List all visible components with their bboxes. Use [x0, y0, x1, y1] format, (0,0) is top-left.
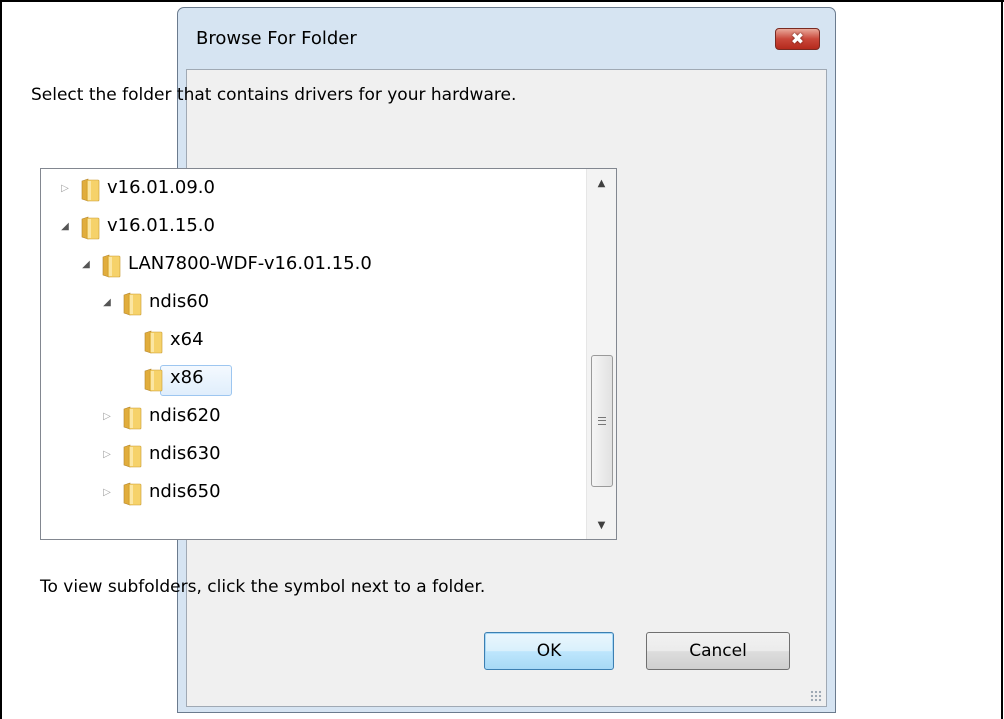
collapse-arrow-icon[interactable]: ◢	[59, 221, 71, 232]
tree-item-label: v16.01.15.0	[107, 215, 215, 236]
scroll-up-icon[interactable]: ▲	[587, 169, 616, 197]
tree-item[interactable]: x64	[41, 323, 581, 361]
tree-item-label: ndis60	[149, 291, 210, 312]
frame-top-line	[0, 0, 1004, 2]
scroll-thumb[interactable]	[591, 355, 613, 487]
folder-icon	[144, 330, 163, 354]
collapse-arrow-icon[interactable]: ◢	[101, 297, 113, 308]
expand-arrow-icon[interactable]: ▷	[101, 411, 113, 422]
folder-icon	[144, 368, 163, 392]
close-icon: ✖	[790, 29, 805, 48]
tree-item[interactable]: ◢ LAN7800-WDF-v16.01.15.0	[41, 247, 581, 285]
expand-arrow-icon[interactable]: ▷	[59, 183, 71, 194]
tree-item[interactable]: ▷ v16.01.09.0	[41, 171, 581, 209]
resize-grip-icon[interactable]	[810, 690, 822, 702]
grip-icon	[598, 417, 606, 425]
tree-item[interactable]: x86	[41, 361, 581, 399]
tree-item[interactable]: ◢ v16.01.15.0	[41, 209, 581, 247]
cancel-button[interactable]: Cancel	[646, 632, 790, 670]
tree-item-label: v16.01.09.0	[107, 177, 215, 198]
frame-left-line	[0, 0, 2, 719]
tree-item-label: x64	[170, 329, 204, 350]
dialog-title: Browse For Folder	[196, 28, 357, 49]
folder-icon	[123, 444, 142, 468]
subfolder-hint-text: To view subfolders, click the symbol nex…	[40, 577, 486, 597]
tree-item[interactable]: ◢ ndis60	[41, 285, 581, 323]
ok-button[interactable]: OK	[484, 632, 614, 670]
tree-item-label: x86	[170, 367, 204, 388]
folder-icon	[123, 482, 142, 506]
folder-icon	[81, 178, 100, 202]
close-button[interactable]: ✖	[775, 28, 820, 50]
folder-icon	[123, 406, 142, 430]
folder-icon	[102, 254, 121, 278]
tree-item[interactable]: ▷ ndis620	[41, 399, 581, 437]
folder-icon	[81, 216, 100, 240]
instruction-text: Select the folder that contains drivers …	[31, 85, 517, 105]
title-bar[interactable]: Browse For Folder ✖	[178, 8, 835, 70]
tree-item[interactable]: ▷ ndis630	[41, 437, 581, 475]
frame-right-line	[1001, 0, 1003, 719]
tree-item-label: ndis650	[149, 481, 221, 502]
scroll-down-icon[interactable]: ▼	[587, 511, 616, 539]
folder-icon	[123, 292, 142, 316]
tree-item-label: ndis630	[149, 443, 221, 464]
collapse-arrow-icon[interactable]: ◢	[80, 259, 92, 270]
expand-arrow-icon[interactable]: ▷	[101, 487, 113, 498]
tree-item-label: LAN7800-WDF-v16.01.15.0	[128, 253, 372, 274]
expand-arrow-icon[interactable]: ▷	[101, 449, 113, 460]
tree-item[interactable]: ▷ ndis650	[41, 475, 581, 513]
tree-item-label: ndis620	[149, 405, 221, 426]
vertical-scrollbar[interactable]: ▲ ▼	[586, 169, 616, 539]
folder-tree-view[interactable]: ▷ v16.01.09.0 ◢ v16.01.15.0 ◢ LAN7800-WDF-v16…	[40, 168, 617, 540]
